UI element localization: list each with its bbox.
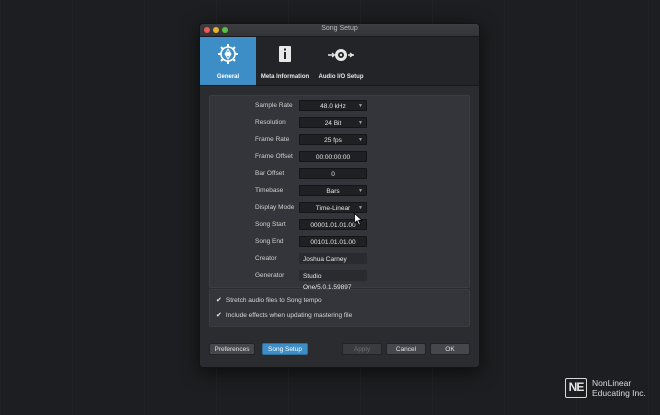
preferences-button[interactable]: Preferences	[209, 343, 255, 355]
generator-label: Generator	[255, 272, 285, 279]
song-end-label: Song End	[255, 238, 284, 245]
logo-monogram: NE	[565, 378, 587, 398]
content-area: Sample Rate 48.0 kHz ▼ Resolution 24 Bit…	[200, 86, 479, 367]
tab-bar: General Meta Information Audio I/O Setup	[200, 37, 479, 86]
display-mode-row: Display Mode Time-Linear ▼	[210, 202, 469, 215]
timebase-value: Bars	[326, 188, 340, 195]
chevron-down-icon: ▼	[358, 120, 363, 126]
tab-general[interactable]: General	[200, 37, 256, 85]
ok-button[interactable]: OK	[430, 343, 470, 355]
bar-offset-row: Bar Offset 0	[210, 168, 469, 181]
frame-offset-row: Frame Offset 00:00:00:00	[210, 151, 469, 164]
timebase-row: Timebase Bars ▼	[210, 185, 469, 198]
settings-panel: Sample Rate 48.0 kHz ▼ Resolution 24 Bit…	[209, 95, 470, 291]
song-start-row: Song Start 00001.01.01.00	[210, 219, 469, 232]
chevron-down-icon: ▼	[358, 137, 363, 143]
frame-rate-select[interactable]: 25 fps ▼	[299, 134, 367, 145]
frame-offset-label: Frame Offset	[255, 153, 293, 160]
sample-rate-label: Sample Rate	[255, 102, 293, 109]
tab-meta-information-label: Meta Information	[260, 74, 310, 80]
stretch-audio-label: Stretch audio files to Song tempo	[225, 297, 322, 304]
sample-rate-value: 48.0 kHz	[320, 103, 346, 110]
chevron-down-icon: ▼	[358, 103, 363, 109]
tab-audio-io-setup[interactable]: Audio I/O Setup	[313, 37, 369, 85]
song-setup-button[interactable]: Song Setup	[262, 343, 308, 355]
song-end-row: Song End 00101.01.01.00	[210, 236, 469, 249]
audio-io-icon	[328, 49, 354, 61]
stretch-audio-checkbox[interactable]: ✔ Stretch audio files to Song tempo	[216, 296, 322, 304]
song-start-label: Song Start	[255, 221, 286, 228]
creator-row: Creator Joshua Carney	[210, 253, 469, 266]
display-mode-select[interactable]: Time-Linear ▼	[299, 202, 367, 213]
cancel-button[interactable]: Cancel	[386, 343, 426, 355]
options-panel: ✔ Stretch audio files to Song tempo ✔ Incl…	[209, 289, 470, 327]
resolution-row: Resolution 24 Bit ▼	[210, 117, 469, 130]
generator-value: Studio One/5.0.1.59897	[299, 270, 367, 291]
tab-general-label: General	[216, 74, 240, 80]
sample-rate-select[interactable]: 48.0 kHz ▼	[299, 100, 367, 111]
creator-input[interactable]: Joshua Carney	[299, 253, 367, 264]
include-effects-label: Include effects when updating mastering …	[225, 312, 353, 319]
apply-button[interactable]: Apply	[342, 343, 382, 355]
generator-row: Generator Studio One/5.0.1.59897	[210, 270, 469, 291]
resolution-select[interactable]: 24 Bit ▼	[299, 117, 367, 128]
creator-label: Creator	[255, 255, 277, 262]
window-title: Song Setup	[321, 25, 358, 32]
display-mode-value: Time-Linear	[315, 205, 351, 212]
include-effects-checkbox[interactable]: ✔ Include effects when updating mastering…	[216, 311, 352, 319]
frame-rate-value: 25 fps	[324, 137, 342, 144]
chevron-down-icon: ▼	[358, 188, 363, 194]
frame-rate-label: Frame Rate	[255, 136, 290, 143]
resolution-label: Resolution	[255, 119, 286, 126]
mouse-cursor-icon	[354, 213, 363, 226]
titlebar: Song Setup	[200, 24, 479, 37]
checkmark-icon: ✔	[216, 312, 222, 319]
info-icon	[279, 46, 291, 62]
resolution-value: 24 Bit	[324, 120, 342, 127]
display-mode-label: Display Mode	[255, 204, 295, 211]
timebase-label: Timebase	[255, 187, 284, 194]
bar-offset-label: Bar Offset	[255, 170, 285, 177]
checkmark-icon: ✔	[216, 297, 222, 304]
logo-text-line1: NonLinear	[592, 378, 632, 388]
frame-offset-input[interactable]: 00:00:00:00	[299, 151, 367, 162]
tab-meta-information[interactable]: Meta Information	[257, 37, 313, 85]
gear-icon	[218, 44, 238, 64]
song-end-input[interactable]: 00101.01.01.00	[299, 236, 367, 247]
song-setup-dialog: Song Setup General Meta Information Audi…	[199, 23, 480, 368]
sample-rate-row: Sample Rate 48.0 kHz ▼	[210, 100, 469, 113]
timebase-select[interactable]: Bars ▼	[299, 185, 367, 196]
logo-text-line2: Educating Inc.	[592, 388, 646, 398]
bar-offset-input[interactable]: 0	[299, 168, 367, 179]
frame-rate-row: Frame Rate 25 fps ▼	[210, 134, 469, 147]
tab-audio-io-setup-label: Audio I/O Setup	[318, 74, 364, 80]
